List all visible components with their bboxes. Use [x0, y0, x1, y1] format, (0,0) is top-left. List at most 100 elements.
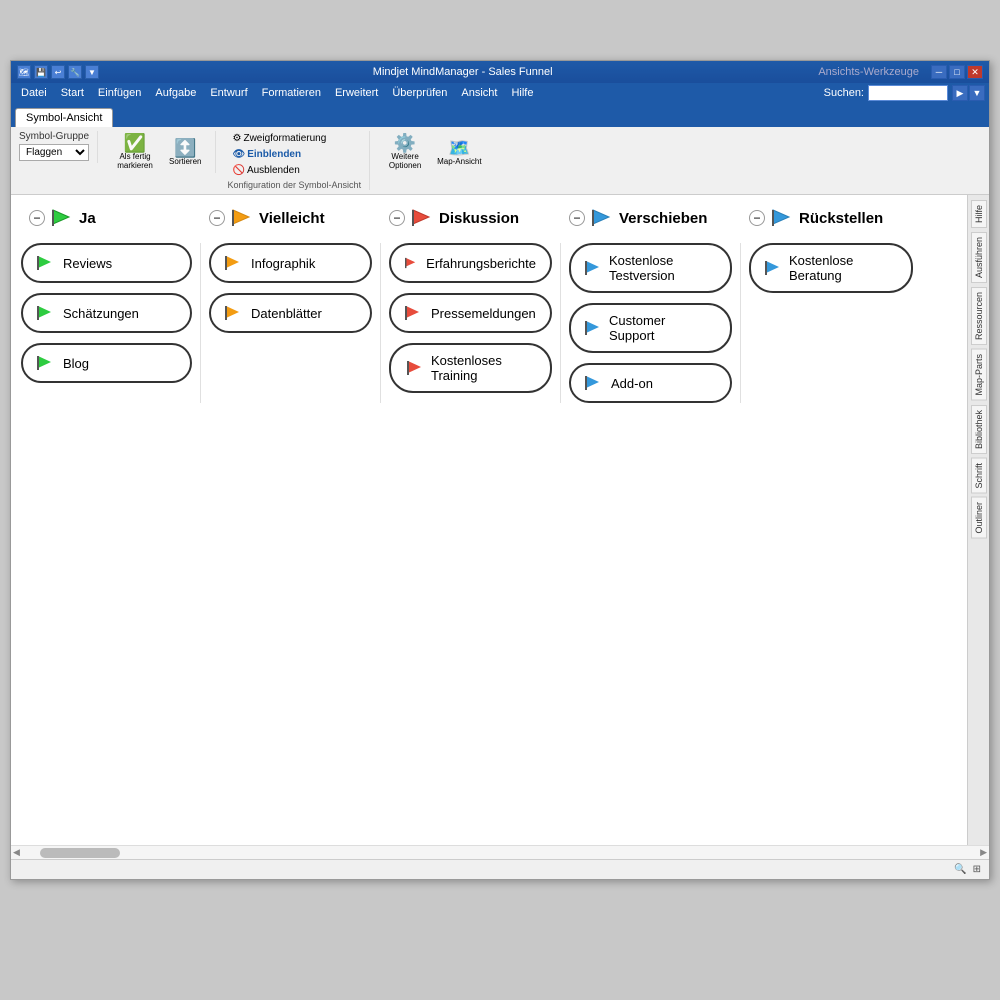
quick-save[interactable]: 💾: [34, 65, 48, 79]
collapse-verschieben-button[interactable]: −: [569, 210, 585, 226]
right-panel-tab-outliner[interactable]: Outliner: [971, 497, 987, 539]
right-panel-tab-ressourcen[interactable]: Ressourcen: [971, 287, 987, 345]
column-diskussion: Erfahrungsberichte Pressemeldungen: [381, 243, 561, 403]
flag-blog-icon: [37, 356, 55, 370]
node-customer-support-label: CustomerSupport: [609, 313, 665, 343]
node-kostenloses-training[interactable]: KostenlosesTraining: [389, 343, 552, 393]
main-window: 🗺 💾 ↩ 🔧 ▼ Mindjet MindManager - Sales Fu…: [10, 60, 990, 880]
menu-hilfe[interactable]: Hilfe: [505, 86, 539, 100]
menu-start[interactable]: Start: [55, 86, 90, 100]
col-header-rueckstellen: − Rückstellen: [741, 205, 921, 231]
ribbon-group-actions: ✅ Als fertig markieren ↕️ Sortieren: [110, 131, 215, 173]
window-title: Mindjet MindManager - Sales Funnel: [111, 66, 814, 78]
flag-diskussion-icon: [411, 209, 433, 227]
menu-datei[interactable]: Datei: [15, 86, 53, 100]
map-ansicht-label: Map-Ansicht: [437, 157, 481, 166]
search-label: Suchen:: [824, 87, 864, 99]
menu-formatieren[interactable]: Formatieren: [256, 86, 327, 100]
weitere-optionen-label: Weitere Optionen: [387, 152, 423, 170]
status-icon2[interactable]: ⊞: [973, 864, 981, 875]
flag-schaetzungen-icon: [37, 306, 55, 320]
flag-rueckstellen-icon: [771, 209, 793, 227]
flag-customer-support-icon: [585, 321, 603, 335]
flag-reviews-icon: [37, 256, 55, 270]
search-input[interactable]: [868, 85, 948, 101]
status-icon1[interactable]: 🔍: [954, 864, 966, 875]
col-header-ja: − Ja: [21, 205, 201, 231]
symbol-gruppe-select[interactable]: Flaggen: [19, 144, 89, 161]
maximize-button[interactable]: □: [949, 65, 965, 79]
weitere-optionen-button[interactable]: ⚙️ Weitere Optionen: [382, 131, 428, 173]
menu-erweitert[interactable]: Erweitert: [329, 86, 384, 100]
node-erfahrungsberichte[interactable]: Erfahrungsberichte: [389, 243, 552, 283]
flag-pressemeldungen-icon: [405, 306, 423, 320]
ausblenden-button[interactable]: 🚫 Ausblenden: [228, 163, 332, 178]
right-panel-tab-ausfuehren[interactable]: Ausführen: [971, 232, 987, 283]
ribbon-group-visibility: ⚙ Zweigformatierung 👁 Einblenden 🚫 Ausbl…: [228, 131, 371, 190]
node-blog[interactable]: Blog: [21, 343, 192, 383]
menu-ansicht[interactable]: Ansicht: [455, 86, 503, 100]
sort-icon: ↕️: [174, 139, 196, 157]
collapse-diskussion-button[interactable]: −: [389, 210, 405, 226]
node-kostenlose-beratung[interactable]: KostenloseBeratung: [749, 243, 913, 293]
flag-erfahrungsberichte-icon: [405, 256, 418, 270]
menu-ueberpruefen[interactable]: Überprüfen: [386, 86, 453, 100]
node-customer-support[interactable]: CustomerSupport: [569, 303, 732, 353]
options-icon: ⚙️: [394, 134, 416, 152]
einblenden-button[interactable]: 👁 Einblenden: [228, 147, 332, 162]
node-erfahrungsberichte-label: Erfahrungsberichte: [426, 256, 536, 271]
right-panel-tab-bibliothek[interactable]: Bibliothek: [971, 405, 987, 454]
als-fertig-button[interactable]: ✅ Als fertig markieren: [110, 131, 160, 173]
node-pressemeldungen-label: Pressemeldungen: [431, 306, 536, 321]
minimize-button[interactable]: ─: [931, 65, 947, 79]
search-buttons: ▶ ▼: [952, 85, 985, 101]
search-options-button[interactable]: ▼: [969, 85, 985, 101]
quick-undo[interactable]: ↩: [51, 65, 65, 79]
collapse-ja-button[interactable]: −: [29, 210, 45, 226]
node-schaetzungen[interactable]: Schätzungen: [21, 293, 192, 333]
show-icon: 👁: [233, 149, 246, 160]
node-datenblaetter[interactable]: Datenblätter: [209, 293, 372, 333]
zweigformatierung-button[interactable]: ⚙ Zweigformatierung: [228, 131, 332, 146]
node-kostenlose-beratung-label: KostenloseBeratung: [789, 253, 853, 283]
node-blog-label: Blog: [63, 356, 89, 371]
collapse-rueckstellen-button[interactable]: −: [749, 210, 765, 226]
columns-header: − Ja − Vielleicht −: [21, 205, 957, 231]
right-panel-tab-hilfe[interactable]: Hilfe: [971, 200, 987, 228]
scroll-thumb[interactable]: [40, 848, 120, 858]
node-reviews[interactable]: Reviews: [21, 243, 192, 283]
column-vielleicht: Infographik Datenblätter: [201, 243, 381, 403]
scroll-left-arrow[interactable]: ◀: [13, 847, 20, 858]
node-kostenlose-testversion-label: KostenloseTestversion: [609, 253, 675, 283]
tab-symbol-ansicht[interactable]: Symbol-Ansicht: [15, 108, 113, 127]
title-bar: 🗺 💾 ↩ 🔧 ▼ Mindjet MindManager - Sales Fu…: [11, 61, 989, 83]
scroll-right-arrow[interactable]: ▶: [980, 847, 987, 858]
title-bar-icons: 🗺 💾 ↩ 🔧 ▼: [17, 65, 99, 79]
horizontal-scrollbar[interactable]: ◀ ▶: [11, 845, 989, 859]
close-button[interactable]: ✕: [967, 65, 983, 79]
map-ansicht-button[interactable]: 🗺️ Map-Ansicht: [432, 136, 486, 169]
node-datenblaetter-label: Datenblätter: [251, 306, 322, 321]
branch-format-icon: ⚙: [233, 133, 242, 144]
quick-more[interactable]: ▼: [85, 65, 99, 79]
search-go-button[interactable]: ▶: [952, 85, 968, 101]
node-kostenlose-testversion[interactable]: KostenloseTestversion: [569, 243, 732, 293]
right-panel-tab-schrift[interactable]: Schrift: [971, 458, 987, 494]
search-area: Suchen: ▶ ▼: [824, 85, 985, 101]
col-header-diskussion: − Diskussion: [381, 205, 561, 231]
node-addon[interactable]: Add-on: [569, 363, 732, 403]
right-panel-tab-map-parts[interactable]: Map-Parts: [971, 349, 987, 401]
flag-kostenloses-training-icon: [407, 361, 425, 375]
sortieren-button[interactable]: ↕️ Sortieren: [164, 136, 206, 169]
collapse-vielleicht-button[interactable]: −: [209, 210, 225, 226]
node-infographik[interactable]: Infographik: [209, 243, 372, 283]
menu-aufgabe[interactable]: Aufgabe: [149, 86, 202, 100]
menu-einfuegen[interactable]: Einfügen: [92, 86, 147, 100]
menu-entwurf[interactable]: Entwurf: [204, 86, 253, 100]
col-label-vielleicht: Vielleicht: [259, 210, 325, 227]
node-pressemeldungen[interactable]: Pressemeldungen: [389, 293, 552, 333]
quick-tools[interactable]: 🔧: [68, 65, 82, 79]
window-subtitle: Ansichts-Werkzeuge: [818, 66, 919, 78]
ribbon-action-buttons: ✅ Als fertig markieren ↕️ Sortieren: [110, 131, 206, 173]
flag-infographik-icon: [225, 256, 243, 270]
